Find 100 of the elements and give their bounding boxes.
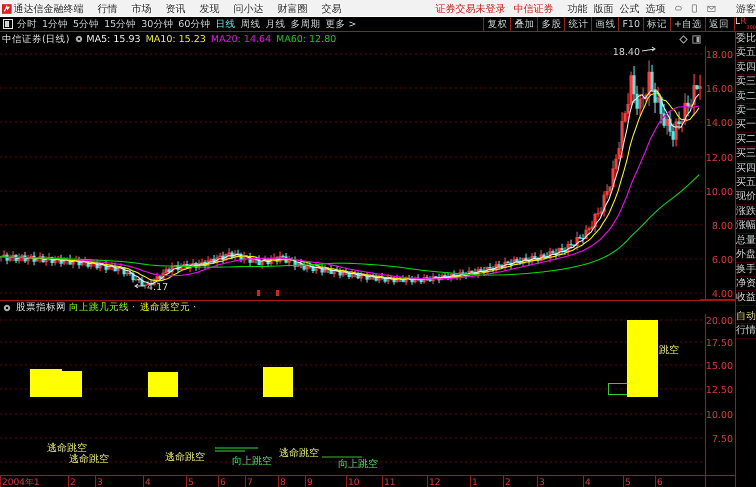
quote-field-label: 换手	[736, 262, 756, 277]
quote-field-label: 卖四	[736, 60, 756, 76]
quote-mode-button[interactable]: 行情	[736, 324, 756, 339]
app-logo-icon	[2, 2, 12, 14]
indicator-axis-label: 20.00	[706, 316, 733, 327]
menu-item[interactable]: 公式	[620, 2, 640, 16]
period-tab[interactable]: 5分钟	[73, 18, 100, 30]
date-axis-label: 4	[585, 478, 591, 487]
menu-item[interactable]: 选项	[646, 2, 666, 16]
period-tab[interactable]: 1分钟	[42, 18, 68, 30]
quote-field-label: 卖五	[736, 46, 756, 61]
signal-label: 向上跳空	[338, 459, 378, 470]
quote-field-label: 买二	[736, 132, 756, 148]
signal-mark	[257, 290, 260, 296]
chart-title: 中信证券(日线)	[2, 32, 70, 46]
date-axis-label: 12	[429, 478, 440, 487]
menu-item[interactable]: 版面	[594, 2, 614, 16]
indicator-axis-label: 7.50	[712, 434, 733, 445]
date-axis-label: 7	[247, 478, 253, 487]
quote-field-label: 委比	[736, 32, 756, 46]
ma-legend: MA20: 14.64	[210, 34, 271, 44]
menu-item[interactable]: 功能	[568, 2, 588, 16]
quote-field-label: 卖一	[736, 104, 756, 118]
high-pointer-arrow	[642, 46, 656, 52]
quote-field-label: 净资	[736, 276, 756, 292]
broker-link[interactable]: 中信证券	[514, 2, 554, 16]
menu-item[interactable]: 问小达	[234, 2, 264, 16]
quote-field-label: 现价	[736, 190, 756, 205]
indicator-axis-label: 12.50	[706, 385, 733, 396]
signal-label: 逃命跳空	[69, 454, 109, 465]
quote-field-label: 外盘	[736, 248, 756, 262]
date-axis-label: 2	[70, 478, 76, 487]
period-tab[interactable]: 周线	[240, 18, 260, 30]
signal-bar	[263, 367, 293, 397]
price-axis-label: 8.00	[712, 221, 733, 232]
quote-field-label: 涨跌	[736, 204, 756, 220]
period-tab[interactable]: 30分钟	[141, 18, 174, 30]
app-name: 通达信金融终端	[14, 2, 84, 16]
price-axis-label: 12.00	[706, 153, 733, 164]
quote-field-label: 买三	[736, 147, 756, 162]
date-axis-label: 2004年1	[2, 478, 40, 487]
period-tab[interactable]: 多周期	[290, 18, 320, 30]
settings-icon[interactable]	[3, 304, 11, 312]
ma-legend: MA10: 15.23	[146, 34, 206, 44]
mail-icon[interactable]	[707, 3, 716, 14]
date-axis-label: 1	[472, 478, 478, 487]
indicator-axis-label: 10.00	[706, 410, 733, 421]
date-axis-label: 3	[539, 478, 545, 487]
diamond-icon[interactable]	[679, 34, 688, 44]
period-tab[interactable]: 更多 >	[325, 18, 356, 30]
period-tab[interactable]: 60分钟	[178, 18, 210, 30]
quote-field-label: 买四	[736, 162, 756, 176]
signal-label: 向上跳空	[232, 456, 272, 467]
menu-item[interactable]: 市场	[132, 2, 152, 16]
period-tab[interactable]: 分时	[17, 18, 37, 30]
price-axis-label: 4.00	[712, 289, 733, 300]
period-tab[interactable]: 15分钟	[104, 18, 136, 30]
date-axis-label: 6	[657, 478, 663, 487]
menu-item[interactable]: 行情	[98, 2, 118, 16]
panel-toggle-icon[interactable]	[3, 19, 13, 29]
window-icon[interactable]	[692, 34, 701, 44]
indicator-axis-label: 15.00	[706, 361, 733, 372]
high-price-label: 18.40	[612, 47, 640, 58]
login-status[interactable]: 证券交易未登录	[436, 2, 506, 16]
quote-field-label: 卖三	[736, 75, 756, 90]
quote-field-label: 总量	[736, 234, 756, 248]
quote-field-label: 收益	[736, 291, 756, 306]
low-pointer-arrow	[134, 284, 146, 288]
menu-item[interactable]: 资讯	[166, 2, 186, 16]
period-tab[interactable]: 月线	[265, 18, 286, 30]
price-axis-label: 16.00	[706, 84, 733, 95]
indicator-name: 股票指标网	[16, 301, 66, 314]
signal-bar	[148, 372, 178, 397]
settings-icon[interactable]	[75, 35, 84, 43]
menu-item[interactable]: 财富圈	[278, 2, 308, 16]
menu-item[interactable]: 发现	[200, 2, 220, 16]
date-axis-label: 2	[505, 478, 511, 487]
jump-line	[322, 456, 362, 458]
jump-line	[214, 448, 258, 452]
price-axis-label: 18.00	[706, 50, 733, 61]
price-axis-label: 10.00	[706, 187, 733, 198]
ma-legend: MA60: 12.80	[276, 34, 336, 44]
signal-mark	[276, 290, 279, 296]
phone-icon[interactable]	[690, 3, 700, 14]
user-name[interactable]: 游客	[736, 2, 756, 16]
menu-item[interactable]: 交易	[322, 2, 342, 16]
indicator-line-legend: 向上跳几元线 ·	[69, 301, 136, 314]
quote-field-label: 买五	[736, 176, 756, 190]
quote-mode-button[interactable]: 自动	[736, 310, 756, 324]
date-axis-label: 3	[97, 478, 103, 487]
right-panel-toggle[interactable]: R	[740, 17, 746, 27]
indicator-axis-label: 17.50	[706, 338, 733, 349]
signal-label: 逃命跳空	[165, 452, 205, 463]
period-tab[interactable]: 日线	[215, 18, 236, 30]
left-panel-toggle[interactable]: L	[735, 17, 740, 27]
quote-field-label: 卖二	[736, 90, 756, 104]
price-axis-label: 6.00	[712, 255, 733, 266]
date-axis-label: 5	[625, 478, 631, 487]
signal-label: 逃命跳空	[279, 448, 319, 459]
quote-field-label: 买一	[736, 118, 756, 133]
